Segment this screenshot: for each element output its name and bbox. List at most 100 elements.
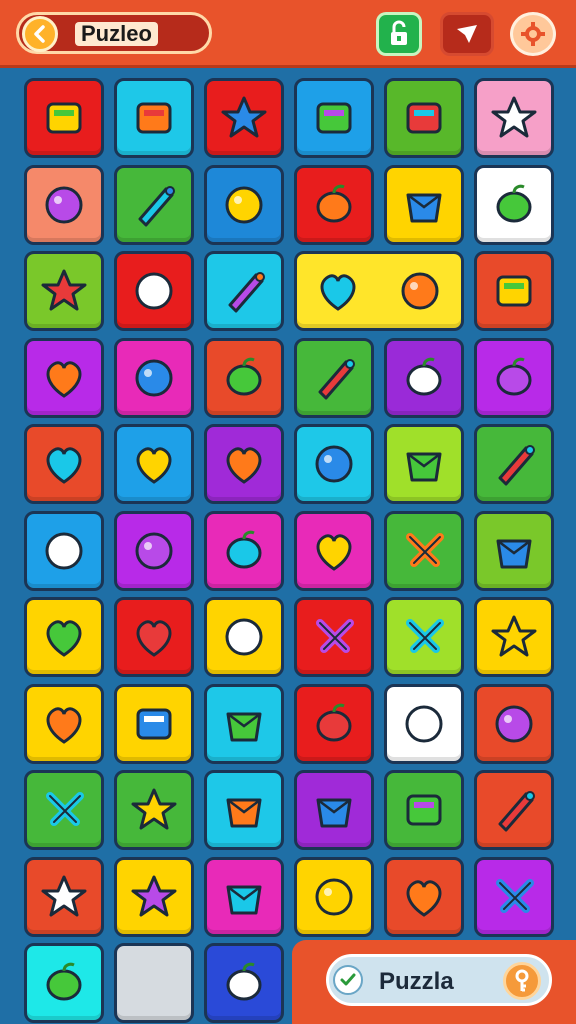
puzzle-tile[interactable] bbox=[24, 251, 104, 331]
puzzle-tile[interactable] bbox=[204, 251, 284, 331]
paddle-icon bbox=[498, 445, 535, 486]
puzzle-tile[interactable] bbox=[114, 856, 194, 937]
puzzle-tile[interactable] bbox=[384, 510, 464, 591]
puzzle-tile[interactable] bbox=[384, 78, 464, 158]
puzzle-tile[interactable] bbox=[294, 251, 464, 331]
plum-icon bbox=[136, 708, 172, 739]
key-badge[interactable] bbox=[503, 962, 541, 1000]
puzzle-tile[interactable] bbox=[294, 597, 374, 677]
puzzle-tile[interactable] bbox=[114, 510, 194, 591]
puzzle-tile[interactable] bbox=[474, 856, 554, 937]
game-title: Puzleo bbox=[75, 22, 158, 46]
cross-sticks-icon bbox=[226, 885, 262, 914]
puzzle-tile[interactable] bbox=[294, 337, 374, 418]
meat-icon bbox=[406, 879, 442, 917]
puzzle-tile[interactable] bbox=[384, 856, 464, 937]
sun-icon bbox=[46, 102, 82, 134]
puzzle-tile[interactable] bbox=[204, 510, 284, 591]
puzzle-tile[interactable] bbox=[204, 770, 284, 850]
puzzle-tile[interactable] bbox=[294, 856, 374, 937]
puzzle-tile[interactable] bbox=[24, 164, 104, 245]
puzzle-tile[interactable] bbox=[384, 683, 464, 764]
puzzle-tile[interactable] bbox=[24, 943, 104, 1023]
puzzle-tile[interactable] bbox=[24, 337, 104, 418]
puzzle-button[interactable]: Puzzla bbox=[326, 954, 552, 1006]
beach-ball-icon bbox=[226, 530, 262, 568]
candy-jar-icon bbox=[46, 620, 82, 657]
puzzle-tile[interactable] bbox=[474, 770, 554, 850]
pomegranate-icon bbox=[136, 447, 172, 484]
puzzle-tile[interactable] bbox=[474, 164, 554, 245]
puzzle-tile[interactable] bbox=[294, 78, 374, 158]
kite-icon bbox=[46, 792, 84, 826]
puzzle-tile[interactable] bbox=[114, 683, 194, 764]
puzzle-tile[interactable] bbox=[24, 770, 104, 850]
folded-paper-icon bbox=[496, 878, 534, 913]
spoon-globe-icon bbox=[226, 962, 262, 1001]
puzzle-tile[interactable] bbox=[114, 770, 194, 850]
puzzle-tile[interactable] bbox=[24, 597, 104, 677]
blue-flower-icon bbox=[135, 272, 173, 310]
puzzle-tile[interactable] bbox=[294, 770, 374, 850]
puzzle-tile[interactable] bbox=[204, 683, 284, 764]
puzzle-tile[interactable] bbox=[294, 510, 374, 591]
puzzle-tile[interactable] bbox=[384, 424, 464, 504]
clock-icon bbox=[225, 186, 263, 223]
back-button[interactable] bbox=[22, 16, 58, 52]
pill-icon bbox=[316, 184, 352, 222]
puzzle-tile[interactable] bbox=[114, 597, 194, 677]
puzzle-tile[interactable] bbox=[204, 856, 284, 937]
puzzle-tile[interactable] bbox=[384, 770, 464, 850]
puzzle-tile[interactable] bbox=[204, 164, 284, 245]
puzzle-tile[interactable] bbox=[204, 337, 284, 418]
jar-icon bbox=[316, 533, 352, 571]
bottle-icon bbox=[135, 532, 173, 569]
puzzle-label: Puzzla bbox=[379, 968, 454, 995]
puzzle-tile[interactable] bbox=[24, 424, 104, 504]
star-icon bbox=[498, 791, 535, 832]
puzzle-tile[interactable] bbox=[204, 424, 284, 504]
puzzle-tile[interactable] bbox=[24, 856, 104, 937]
puzzle-tile[interactable] bbox=[474, 337, 554, 418]
check-badge bbox=[333, 965, 363, 995]
puzzle-tile[interactable] bbox=[294, 424, 374, 504]
puzzle-tile[interactable] bbox=[204, 78, 284, 158]
puzzle-tile[interactable] bbox=[114, 424, 194, 504]
title-pill: Puzleo bbox=[16, 12, 212, 54]
puzzle-tile[interactable] bbox=[204, 943, 284, 1023]
puzzle-tile[interactable] bbox=[114, 943, 194, 1023]
puzzle-tile[interactable] bbox=[474, 510, 554, 591]
puzzle-tile[interactable] bbox=[474, 597, 554, 677]
puzzle-tile[interactable] bbox=[474, 424, 554, 504]
puzzle-tile[interactable] bbox=[24, 683, 104, 764]
puzzle-tile[interactable] bbox=[114, 164, 194, 245]
puzzle-tile[interactable] bbox=[294, 683, 374, 764]
puzzle-tile[interactable] bbox=[24, 78, 104, 158]
loop-icon bbox=[496, 275, 532, 307]
shape-button[interactable] bbox=[440, 12, 494, 56]
crossed-sticks-icon bbox=[406, 357, 442, 395]
puzzle-tile[interactable] bbox=[474, 251, 554, 331]
lock-button[interactable] bbox=[376, 12, 422, 56]
ice-cream-tree-icon-b bbox=[401, 272, 439, 310]
puzzle-tile[interactable] bbox=[474, 683, 554, 764]
puzzle-tile[interactable] bbox=[384, 597, 464, 677]
gem-icon bbox=[406, 532, 444, 567]
puzzle-tile[interactable] bbox=[24, 510, 104, 591]
bowling-ball-icon bbox=[406, 794, 442, 826]
puzzle-tile[interactable] bbox=[114, 251, 194, 331]
top-bar: Puzleo bbox=[0, 0, 576, 68]
settings-button[interactable] bbox=[510, 12, 556, 56]
lemon-icon bbox=[46, 706, 82, 744]
blue-heart-icon bbox=[136, 620, 172, 657]
cloud-icon bbox=[41, 269, 87, 311]
puzzle-tile[interactable] bbox=[294, 164, 374, 245]
chevron-left-icon bbox=[34, 25, 45, 43]
puzzle-tile[interactable] bbox=[384, 337, 464, 418]
puzzle-tile[interactable] bbox=[474, 78, 554, 158]
puzzle-tile[interactable] bbox=[384, 164, 464, 245]
puzzle-tile[interactable] bbox=[114, 337, 194, 418]
ice-cream-tree-icon bbox=[320, 274, 356, 311]
puzzle-tile[interactable] bbox=[114, 78, 194, 158]
puzzle-tile[interactable] bbox=[204, 597, 284, 677]
